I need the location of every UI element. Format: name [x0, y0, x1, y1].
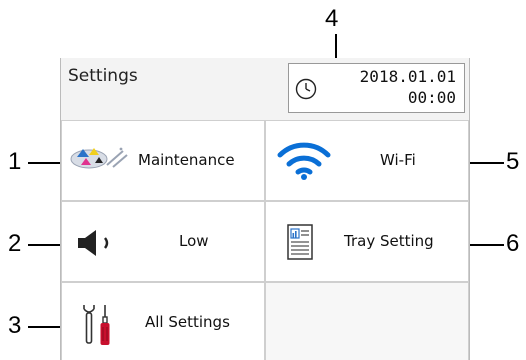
tray-setting-button[interactable]: Tray Setting — [265, 201, 469, 282]
tray-document-icon — [287, 224, 313, 260]
leader-line-5 — [468, 162, 504, 164]
wifi-button[interactable]: Wi-Fi — [265, 120, 469, 201]
wifi-label: Wi-Fi — [380, 151, 416, 169]
date-time-button[interactable]: 2018.01.01 00:00 — [288, 63, 465, 113]
settings-screen: Settings 2018.01.01 00:00 Maintenance Wi… — [60, 58, 470, 360]
maintenance-button[interactable]: Maintenance — [61, 120, 265, 201]
all-settings-button[interactable]: All Settings — [61, 282, 265, 360]
callout-2: 2 — [8, 230, 22, 257]
clock-icon — [295, 78, 317, 100]
wifi-icon — [277, 142, 331, 180]
speaker-icon — [78, 230, 109, 256]
volume-label: Low — [179, 232, 209, 250]
leader-line-3 — [28, 326, 62, 328]
date-text: 2018.01.01 — [359, 67, 456, 86]
ink-cartridge-icon — [70, 147, 128, 169]
settings-grid: Maintenance Wi-Fi Low Tray Setting All S… — [61, 120, 469, 360]
callout-4: 4 — [325, 5, 339, 32]
empty-tile — [265, 282, 469, 360]
page-title: Settings — [68, 66, 138, 86]
leader-line-1 — [28, 162, 62, 164]
callout-1: 1 — [8, 148, 22, 175]
tools-icon — [83, 305, 110, 345]
all-settings-label: All Settings — [145, 313, 230, 331]
leader-line-2 — [28, 244, 62, 246]
volume-button[interactable]: Low — [61, 201, 265, 282]
tray-setting-label: Tray Setting — [344, 232, 434, 250]
leader-line-6 — [468, 244, 504, 246]
time-text: 00:00 — [407, 88, 456, 107]
maintenance-label: Maintenance — [138, 151, 235, 169]
callout-5: 5 — [506, 148, 520, 175]
callout-6: 6 — [506, 230, 520, 257]
callout-3: 3 — [8, 312, 22, 339]
